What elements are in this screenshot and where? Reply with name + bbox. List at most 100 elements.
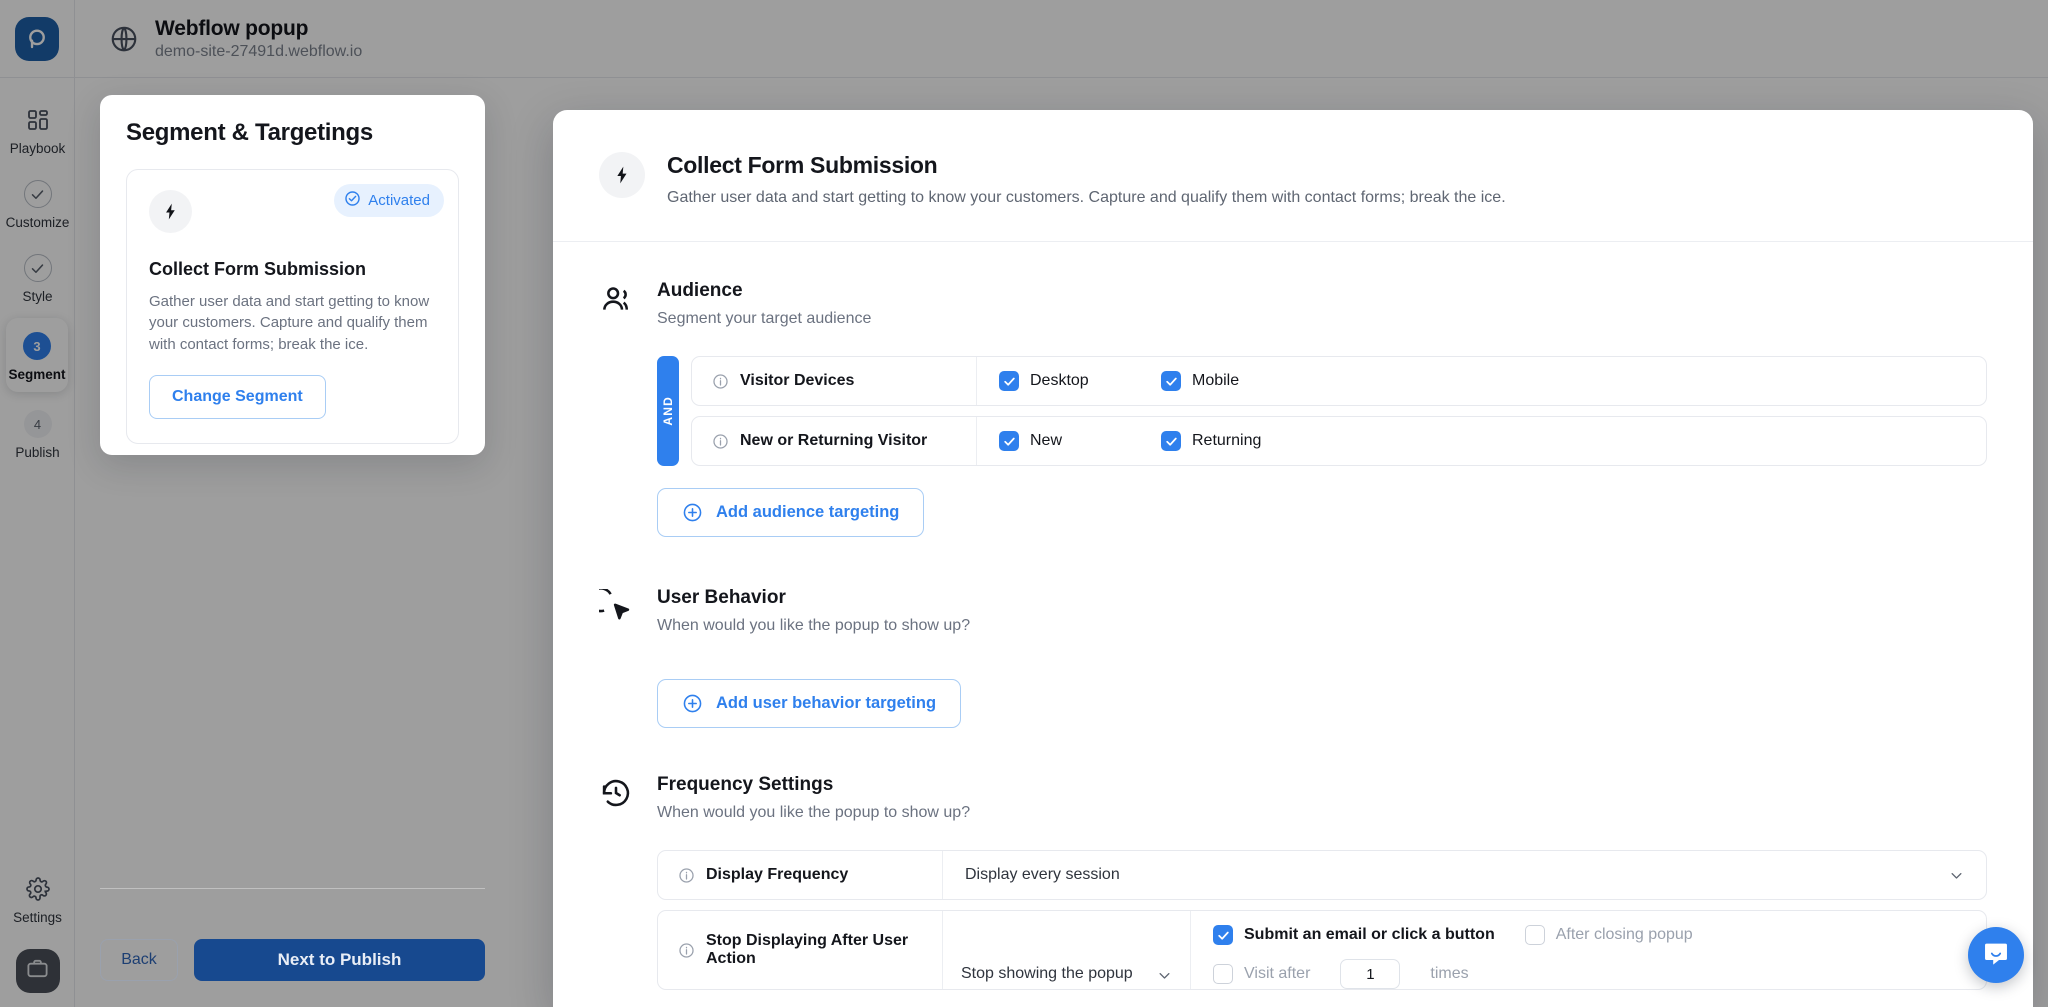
add-user-behavior-targeting-button[interactable]: Add user behavior targeting <box>657 679 962 728</box>
rail-bottom-group: Settings <box>0 861 75 993</box>
info-icon[interactable] <box>712 433 729 450</box>
history-icon <box>599 776 633 810</box>
sidebar-item-publish[interactable]: 4 Publish <box>0 396 75 470</box>
change-segment-button[interactable]: Change Segment <box>149 374 326 419</box>
segment-settings-sheet: Collect Form Submission Gather user data… <box>553 110 2033 1007</box>
site-url: demo-site-27491d.webflow.io <box>155 42 363 60</box>
rule-label: New or Returning Visitor <box>740 432 928 449</box>
chat-launcher-button[interactable] <box>1968 927 2024 983</box>
segment-card-title: Collect Form Submission <box>149 259 367 279</box>
audience-section: Audience Segment your target audience AN… <box>599 242 1987 537</box>
checkbox-box[interactable] <box>1524 925 1545 945</box>
page-title: Segment & Targetings <box>126 119 373 146</box>
site-info[interactable]: Webflow popup demo-site-27491d.webflow.i… <box>75 17 362 61</box>
check-circle-icon <box>23 180 52 208</box>
checkbox-box[interactable] <box>1213 925 1233 945</box>
checkbox-desktop[interactable]: Desktop <box>999 371 1161 391</box>
frequency-rows: Display Frequency Display every session <box>599 850 1987 990</box>
checkbox-label: After closing popup <box>1555 926 1693 943</box>
sidebar-item-settings[interactable]: Settings <box>0 861 75 935</box>
info-icon[interactable] <box>678 942 695 959</box>
check-circle-icon <box>344 190 361 211</box>
info-icon[interactable] <box>678 867 695 884</box>
user-behavior-section: User Behavior When would you like the po… <box>588 537 1987 728</box>
rule-label: Visitor Devices <box>740 372 855 389</box>
audience-rules: AND Visitor Devices Desktop Mobile New o… <box>599 356 1987 466</box>
checkbox-returning[interactable]: Returning <box>1161 431 1323 451</box>
rule-options: Desktop Mobile <box>977 357 1986 405</box>
top-bar: Webflow popup demo-site-27491d.webflow.i… <box>0 0 2048 78</box>
bolt-icon <box>599 152 645 198</box>
sidebar-item-segment[interactable]: 3 Segment <box>6 318 68 392</box>
checkbox-label: Submit an email or click a button <box>1244 926 1495 943</box>
sidebar-item-customize[interactable]: Customize <box>0 166 75 240</box>
step-number-badge: 4 <box>23 410 52 438</box>
back-button[interactable]: Back <box>100 939 178 981</box>
sidebar-item-label: Style <box>22 289 53 304</box>
app-logo[interactable] <box>0 0 75 78</box>
site-title: Webflow popup <box>155 16 309 40</box>
section-title: Frequency Settings <box>657 774 834 795</box>
row-label: Display Frequency <box>706 866 849 883</box>
segment-card-description: Gather user data and start getting to kn… <box>149 293 430 353</box>
checkbox-box[interactable] <box>999 431 1019 451</box>
checkbox-box[interactable] <box>1161 371 1181 391</box>
checkbox-mobile[interactable]: Mobile <box>1161 371 1323 391</box>
frequency-settings-section: Frequency Settings When would you like t… <box>599 728 1987 990</box>
checkbox-submit-email-or-click[interactable]: Submit an email or click a button <box>1213 925 1495 945</box>
bolt-icon <box>149 190 192 233</box>
segment-card: Activated Collect Form Submission Gather… <box>126 169 459 444</box>
rule-name-cell: Visitor Devices <box>692 357 977 405</box>
row-label: Stop Displaying After User Action <box>706 932 909 967</box>
cursor-click-icon <box>588 587 633 623</box>
display-frequency-value: Display every session <box>965 866 1120 883</box>
visit-after-input[interactable]: 1 <box>1340 959 1401 989</box>
checkbox-visit-after[interactable]: Visit after <box>1213 964 1310 984</box>
checkbox-new[interactable]: New <box>999 431 1161 451</box>
add-audience-targeting-button[interactable]: Add audience targeting <box>657 488 925 537</box>
rule-name-cell: New or Returning Visitor <box>692 417 977 465</box>
section-subtitle: When would you like the popup to show up… <box>657 804 971 821</box>
next-to-publish-button[interactable]: Next to Publish <box>194 939 485 981</box>
sidebar-item-playbook[interactable]: Playbook <box>0 92 75 166</box>
stop-action-value: Stop showing the popup <box>961 965 1133 982</box>
popupsmart-logo-icon <box>15 16 59 61</box>
table-row: New or Returning Visitor New Returning <box>691 416 1987 466</box>
workspace-avatar[interactable] <box>15 949 60 993</box>
chevron-down-icon <box>1949 868 1964 883</box>
grid-icon <box>24 106 52 134</box>
chat-bubble-icon <box>1982 939 2010 972</box>
stop-action-options: Submit an email or click a button After … <box>1191 911 1986 989</box>
panel-divider <box>100 888 485 889</box>
plus-circle-icon <box>682 693 703 714</box>
check-circle-icon <box>23 254 52 282</box>
section-subtitle: Segment your target audience <box>657 310 872 327</box>
sidebar-item-label: Customize <box>5 215 70 230</box>
checkbox-box[interactable] <box>1213 964 1233 984</box>
left-rail: Playbook Customize Style 3 Segment 4 Pub… <box>0 78 75 1007</box>
checkbox-box[interactable] <box>999 371 1019 391</box>
sidebar-item-label: Publish <box>15 445 60 460</box>
stop-action-select[interactable]: Stop showing the popup <box>943 911 1191 989</box>
checkbox-box[interactable] <box>1161 431 1181 451</box>
sidebar-item-style[interactable]: Style <box>0 240 75 314</box>
info-icon[interactable] <box>712 373 729 390</box>
sidebar-item-label: Segment <box>8 367 66 382</box>
checkbox-after-closing-popup[interactable]: After closing popup <box>1524 925 1693 945</box>
sheet-body: Audience Segment your target audience AN… <box>553 242 2033 990</box>
checkbox-label: Returning <box>1192 432 1262 449</box>
step-number-badge: 3 <box>23 332 51 360</box>
and-operator-bar: AND <box>657 356 679 466</box>
rule-options: New Returning <box>977 417 1986 465</box>
app-root: Webflow popup demo-site-27491d.webflow.i… <box>0 0 2048 1007</box>
chevron-down-icon <box>1157 968 1172 983</box>
display-frequency-select[interactable]: Display every session <box>943 851 1986 899</box>
globe-icon <box>109 24 139 54</box>
section-subtitle: When would you like the popup to show up… <box>657 617 971 634</box>
section-title: Audience <box>657 280 743 301</box>
row-name-cell: Display Frequency <box>658 851 943 899</box>
and-operator-label: AND <box>661 396 675 426</box>
sheet-header: Collect Form Submission Gather user data… <box>553 110 2033 242</box>
table-row: Visitor Devices Desktop Mobile <box>691 356 1987 406</box>
gear-icon <box>24 875 52 903</box>
